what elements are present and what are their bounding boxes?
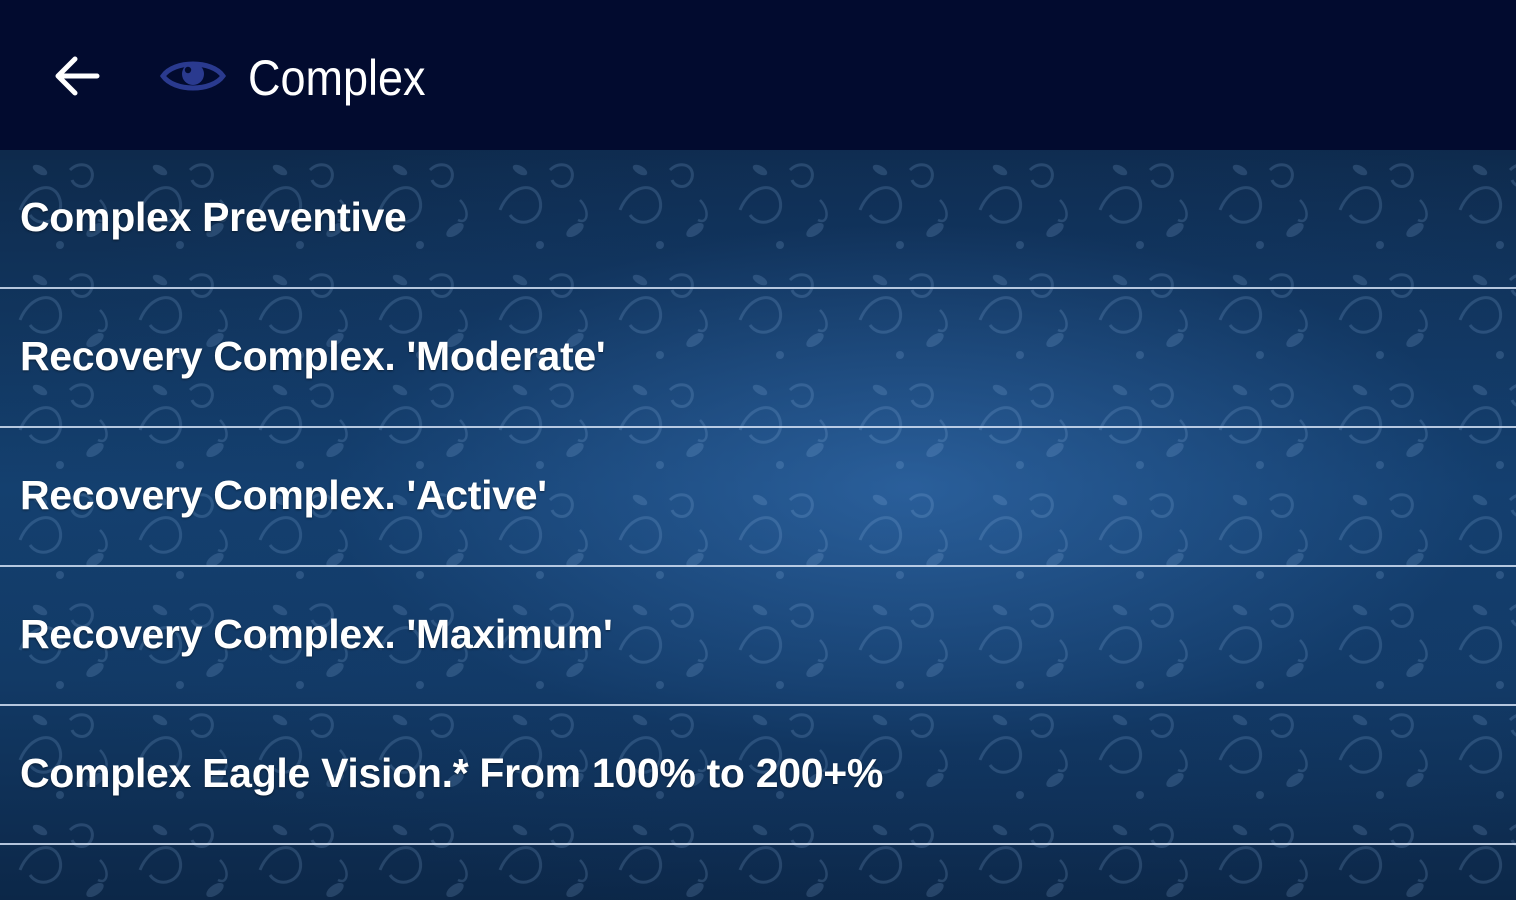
list-item-label: Complex Eagle Vision.* From 100% to 200+…: [20, 750, 884, 796]
eye-icon: [158, 50, 228, 102]
list-item-label: Recovery Complex. 'Active': [20, 472, 547, 518]
back-button[interactable]: [44, 46, 108, 106]
arrow-left-icon: [55, 56, 100, 96]
list-item-label: Recovery Complex. 'Moderate': [20, 333, 606, 379]
list-item-label: Recovery Complex. 'Maximum': [20, 611, 613, 657]
complex-list: Complex Preventive Recovery Complex. 'Mo…: [0, 150, 1516, 845]
app-bar: Complex: [0, 0, 1516, 150]
list-item-eagle-vision[interactable]: Complex Eagle Vision.* From 100% to 200+…: [0, 706, 1516, 845]
list-item-label: Complex Preventive: [20, 194, 407, 240]
list-item-recovery-active[interactable]: Recovery Complex. 'Active': [0, 428, 1516, 567]
list-item-recovery-maximum[interactable]: Recovery Complex. 'Maximum': [0, 567, 1516, 706]
content-area: Complex Preventive Recovery Complex. 'Mo…: [0, 150, 1516, 900]
list-item-complex-preventive[interactable]: Complex Preventive: [0, 150, 1516, 289]
page-title: Complex: [248, 50, 426, 106]
list-item-recovery-moderate[interactable]: Recovery Complex. 'Moderate': [0, 289, 1516, 428]
screen: Complex Complex Preventive Recovery Comp…: [0, 0, 1516, 900]
